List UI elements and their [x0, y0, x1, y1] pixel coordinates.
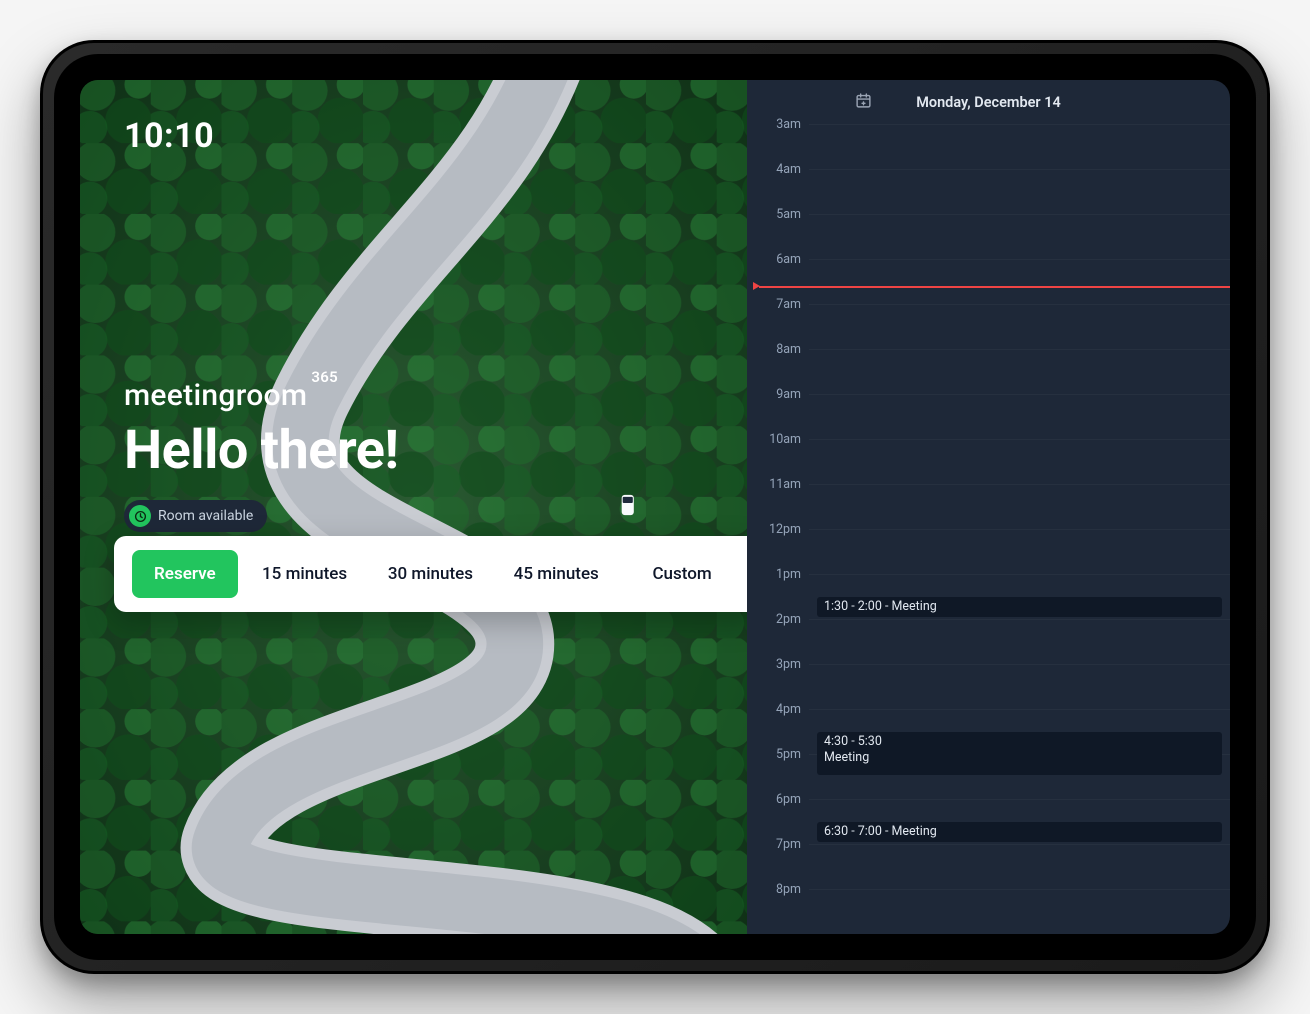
duration-option-30[interactable]: 30 minutes	[372, 552, 490, 596]
duration-option-custom[interactable]: Custom	[623, 552, 741, 596]
hour-label: 6am	[747, 252, 809, 267]
event-time: 1:30 - 2:00 - Meeting	[824, 599, 1215, 614]
event-time: 4:30 - 5:30	[824, 734, 1215, 749]
calendar-event[interactable]: 4:30 - 5:30Meeting	[817, 732, 1222, 775]
hour-label: 2pm	[747, 612, 809, 627]
clock-icon	[129, 505, 151, 527]
hour-label: 3am	[747, 117, 809, 132]
hour-label: 11am	[747, 477, 809, 492]
hour-row[interactable]: 3pm	[747, 664, 1230, 709]
reserve-button[interactable]: Reserve	[132, 550, 238, 598]
calendar-add-icon[interactable]	[855, 92, 872, 113]
hour-label: 10am	[747, 432, 809, 447]
status-badge: Room available	[124, 500, 267, 532]
hour-label: 8pm	[747, 882, 809, 897]
hour-row[interactable]: 8am	[747, 349, 1230, 394]
hour-row[interactable]: 7am	[747, 304, 1230, 349]
hour-label: 7pm	[747, 837, 809, 852]
hour-label: 5pm	[747, 747, 809, 762]
schedule-date: Monday, December 14	[916, 94, 1061, 111]
duration-option-15[interactable]: 15 minutes	[246, 552, 364, 596]
hour-row[interactable]: 4am	[747, 169, 1230, 214]
greeting-title: Hello there!	[124, 419, 703, 482]
hour-label: 8am	[747, 342, 809, 357]
hour-label: 1pm	[747, 567, 809, 582]
timeline[interactable]: 3am4am5am6am7am8am9am10am11am12pm1pm2pm3…	[747, 124, 1230, 934]
reserve-bar: Reserve 15 minutes 30 minutes 45 minutes…	[114, 536, 747, 612]
hour-label: 12pm	[747, 522, 809, 537]
schedule-pane: Monday, December 14 3am4am5am6am7am8am9a…	[747, 80, 1230, 934]
hour-row[interactable]: 6am	[747, 259, 1230, 304]
status-text: Room available	[158, 508, 253, 524]
hour-row[interactable]: 5am	[747, 214, 1230, 259]
hour-label: 4pm	[747, 702, 809, 717]
hour-row[interactable]: 11am	[747, 484, 1230, 529]
logo-text: meetingroom	[124, 378, 307, 413]
hour-label: 9am	[747, 387, 809, 402]
hour-row[interactable]: 12pm	[747, 529, 1230, 574]
hour-row[interactable]: 10am	[747, 439, 1230, 484]
calendar-event[interactable]: 1:30 - 2:00 - Meeting	[817, 597, 1222, 618]
app-screen: 10:10 meetingroom365 Hello there! Room a…	[80, 80, 1230, 934]
schedule-header: Monday, December 14	[747, 80, 1230, 124]
app-logo: meetingroom365	[124, 378, 703, 413]
hour-row[interactable]: 2pm	[747, 619, 1230, 664]
event-time: 6:30 - 7:00 - Meeting	[824, 824, 1215, 839]
hour-row[interactable]: 3am	[747, 124, 1230, 169]
hour-row[interactable]: 8pm	[747, 889, 1230, 934]
hour-label: 5am	[747, 207, 809, 222]
hour-row[interactable]: 9am	[747, 394, 1230, 439]
clock: 10:10	[124, 116, 214, 156]
hour-label: 4am	[747, 162, 809, 177]
event-title: Meeting	[824, 750, 1215, 765]
logo-sup: 365	[311, 368, 338, 386]
hour-label: 7am	[747, 297, 809, 312]
hour-label: 3pm	[747, 657, 809, 672]
hour-row[interactable]: 7pm	[747, 844, 1230, 889]
calendar-event[interactable]: 6:30 - 7:00 - Meeting	[817, 822, 1222, 843]
hour-label: 6pm	[747, 792, 809, 807]
tablet-frame: 10:10 meetingroom365 Hello there! Room a…	[40, 40, 1270, 974]
room-status-pane: 10:10 meetingroom365 Hello there! Room a…	[80, 80, 747, 934]
room-info: meetingroom365 Hello there! Room availab…	[124, 378, 703, 532]
duration-option-45[interactable]: 45 minutes	[497, 552, 615, 596]
tablet-bezel: 10:10 meetingroom365 Hello there! Room a…	[54, 54, 1256, 960]
